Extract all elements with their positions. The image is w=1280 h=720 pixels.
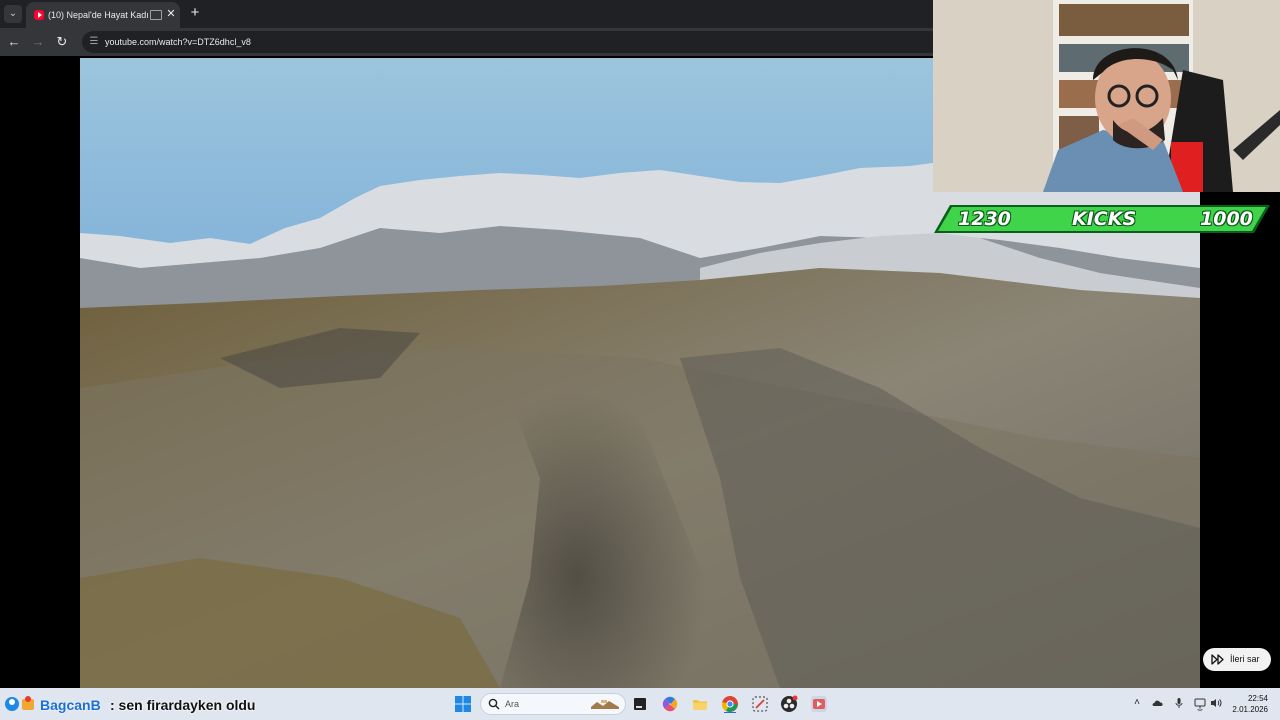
chevron-up-icon[interactable]: ˄: [1131, 696, 1143, 710]
search-icon: [488, 698, 500, 710]
snipping-tool-icon[interactable]: [751, 695, 769, 713]
terminal-icon[interactable]: [631, 695, 649, 713]
chat-username: BagcanB: [40, 697, 101, 713]
tab-title: (10) Nepal'de Hayat Kadınlar: [48, 10, 148, 20]
skip-forward-label: İleri sar: [1230, 654, 1260, 664]
browser-tab[interactable]: (10) Nepal'de Hayat Kadınlar ✕: [26, 2, 180, 28]
forward-arrow-icon[interactable]: →: [30, 34, 46, 50]
streaming-app-icon[interactable]: [810, 695, 828, 713]
chat-badge-icon: [22, 696, 34, 710]
site-info-icon[interactable]: ☰: [88, 36, 100, 48]
url-text[interactable]: youtube.com/watch?v=DTZ6dhcl_v8: [105, 35, 251, 49]
microphone-icon[interactable]: [1173, 697, 1185, 709]
kicks-label: KICKS: [1072, 208, 1137, 230]
chat-avatar-icon: [5, 697, 19, 711]
search-highlight-icon: [591, 700, 619, 709]
back-arrow-icon[interactable]: ←: [6, 34, 22, 50]
wifi-icon[interactable]: [1196, 708, 1204, 714]
clock-date[interactable]: 2.01.2026: [1222, 705, 1268, 715]
chrome-icon[interactable]: [721, 695, 739, 713]
file-explorer-icon[interactable]: [691, 695, 709, 713]
new-tab-button[interactable]: +: [188, 4, 202, 22]
browser-tab-bar: ⌄ (10) Nepal'de Hayat Kadınlar ✕ +: [0, 0, 933, 28]
tab-search-chevron-icon[interactable]: ⌄: [4, 5, 22, 23]
kicks-current-count: 1230: [958, 208, 1011, 230]
address-bar[interactable]: ☰ youtube.com/watch?v=DTZ6dhcl_v8: [82, 31, 933, 53]
windows-start-icon[interactable]: [455, 696, 471, 712]
copilot-icon[interactable]: [661, 695, 679, 713]
youtube-icon: [34, 10, 44, 20]
tab-media-icon: [150, 10, 162, 20]
taskbar-search-box[interactable]: Ara: [480, 693, 626, 715]
skip-forward-icon: [1211, 654, 1224, 665]
obs-icon[interactable]: [780, 695, 798, 713]
kicks-goal-count: 1000: [1200, 208, 1253, 230]
chat-message: : sen firardayken oldu: [110, 697, 256, 713]
browser-navigation-bar: ← → ↻ ☰ youtube.com/watch?v=DTZ6dhcl_v8: [0, 28, 933, 56]
reload-icon[interactable]: ↻: [54, 34, 70, 50]
streamer-webcam: [933, 0, 1280, 192]
clock-time[interactable]: 22:54: [1232, 694, 1268, 704]
volume-icon[interactable]: [1210, 697, 1222, 709]
onedrive-icon[interactable]: [1152, 697, 1164, 709]
search-placeholder: Ara: [505, 699, 520, 709]
close-icon[interactable]: ✕: [164, 6, 178, 22]
skip-forward-button[interactable]: İleri sar: [1203, 648, 1271, 671]
